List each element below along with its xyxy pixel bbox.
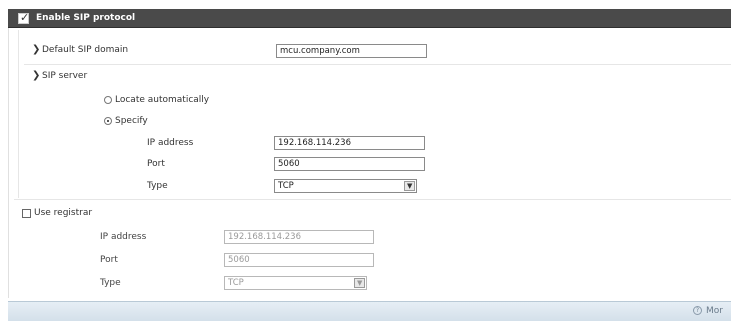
- registrar-ip-address-input[interactable]: 192.168.114.236: [224, 230, 374, 244]
- divider: [24, 64, 731, 65]
- divider: [14, 199, 731, 200]
- dropdown-button[interactable]: ▼: [404, 181, 415, 191]
- sip-server-label: SIP server: [42, 71, 88, 81]
- sip-type-value: TCP: [278, 181, 294, 191]
- footer-bar: [8, 301, 731, 321]
- chevron-right-icon: ❯: [32, 44, 41, 55]
- sip-port-label: Port: [147, 159, 165, 169]
- chevron-down-icon: ▼: [357, 279, 363, 287]
- registrar-type-value: TCP: [228, 278, 244, 288]
- sip-type-label: Type: [147, 181, 168, 191]
- chevron-down-icon: ▼: [407, 182, 413, 190]
- sip-ip-address-label: IP address: [147, 138, 194, 148]
- dropdown-button[interactable]: ▼: [354, 278, 365, 288]
- chevron-right-icon: ❯: [32, 70, 41, 81]
- radio-selected-dot: [107, 120, 109, 122]
- more-link[interactable]: Mor: [706, 305, 723, 317]
- section-header: ✓ Enable SIP protocol: [8, 9, 731, 28]
- sip-port-input[interactable]: 5060: [274, 157, 425, 171]
- section-title: Enable SIP protocol: [36, 13, 136, 23]
- default-sip-domain-input[interactable]: mcu.company.com: [276, 44, 427, 58]
- registrar-port-label: Port: [100, 255, 118, 265]
- default-sip-domain-label: Default SIP domain: [42, 45, 129, 55]
- use-registrar-checkbox[interactable]: [22, 209, 31, 218]
- help-icon[interactable]: ?: [693, 306, 702, 315]
- locate-automatically-radio[interactable]: [104, 96, 112, 104]
- registrar-type-select[interactable]: TCP ▼: [224, 276, 367, 290]
- specify-label: Specify: [115, 116, 148, 126]
- registrar-ip-address-label: IP address: [100, 232, 147, 242]
- locate-automatically-label: Locate automatically: [115, 95, 210, 105]
- specify-radio[interactable]: [104, 117, 112, 125]
- enable-sip-checkbox[interactable]: ✓: [18, 11, 30, 24]
- use-registrar-label: Use registrar: [34, 208, 93, 218]
- sip-type-select[interactable]: TCP ▼: [274, 179, 417, 193]
- check-icon: ✓: [20, 11, 30, 24]
- registrar-type-label: Type: [100, 278, 121, 288]
- sip-ip-address-input[interactable]: 192.168.114.236: [274, 136, 425, 150]
- registrar-port-input[interactable]: 5060: [224, 253, 374, 267]
